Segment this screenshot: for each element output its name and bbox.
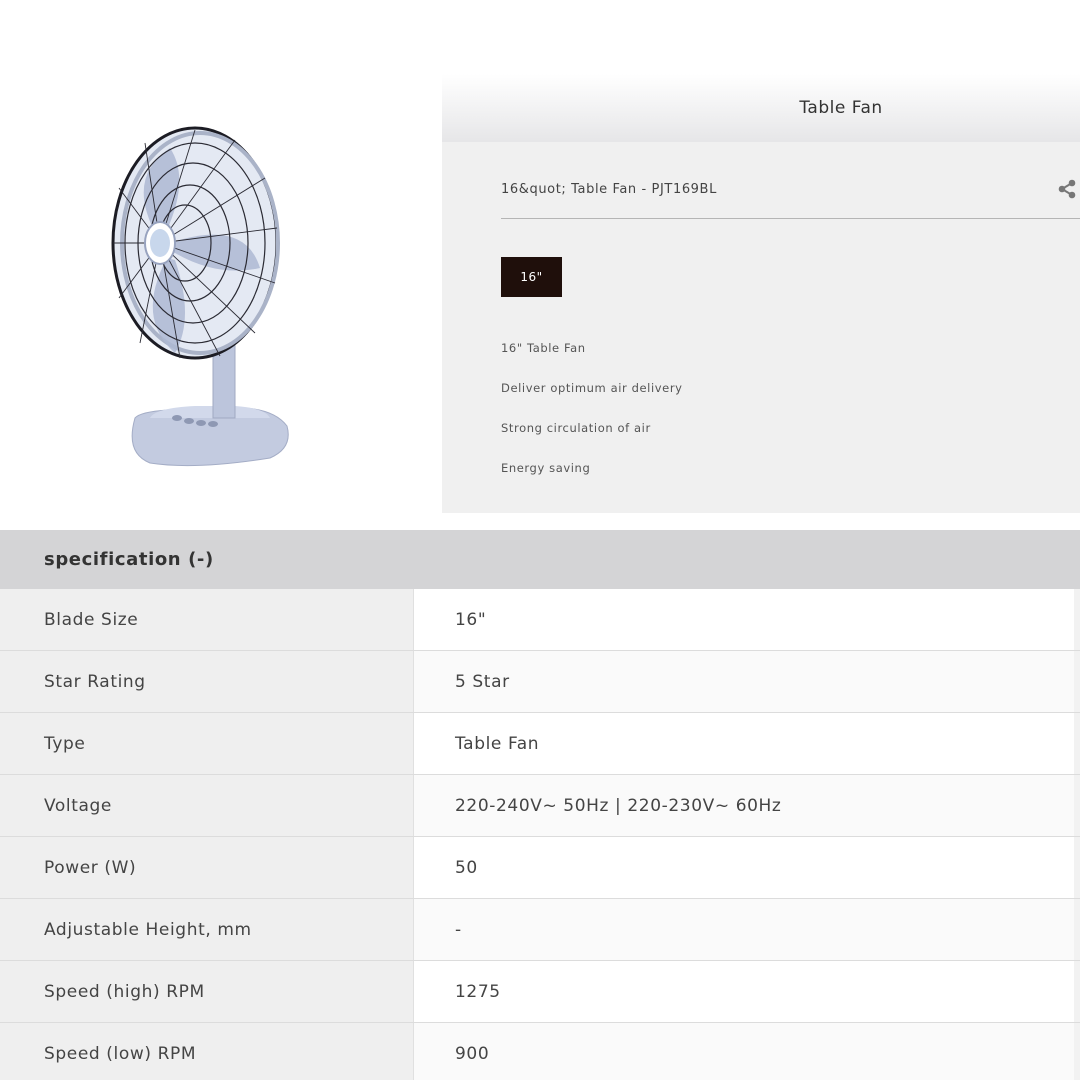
feature-item: 16" Table Fan — [501, 341, 586, 355]
spec-value: - — [414, 899, 1080, 960]
spec-row: Adjustable Height, mm - — [0, 899, 1080, 961]
spec-value: 1275 — [414, 961, 1080, 1022]
spec-row: Blade Size 16" — [0, 589, 1080, 651]
share-icon[interactable] — [1056, 178, 1078, 200]
product-page: Table Fan 16&quot; Table Fan - PJT169BL … — [0, 0, 1080, 1080]
spec-row: Speed (high) RPM 1275 — [0, 961, 1080, 1023]
spec-row: Voltage 220-240V~ 50Hz | 220-230V~ 60Hz — [0, 775, 1080, 837]
spec-row: Star Rating 5 Star — [0, 651, 1080, 713]
table-fan-icon — [111, 126, 289, 467]
spec-row: Power (W) 50 — [0, 837, 1080, 899]
product-name-row: 16&quot; Table Fan - PJT169BL — [501, 174, 1080, 219]
product-name: 16&quot; Table Fan - PJT169BL — [501, 182, 717, 197]
feature-list: 16" Table Fan Deliver optimum air delive… — [501, 339, 683, 499]
specification-toggle[interactable]: specification (-) — [0, 530, 1080, 589]
spec-value: 16" — [414, 589, 1080, 650]
spec-row: Speed (low) RPM 900 — [0, 1023, 1080, 1080]
product-image — [95, 118, 305, 478]
spec-label: Blade Size — [0, 589, 414, 650]
spec-value: Table Fan — [414, 713, 1080, 774]
spec-label: Star Rating — [0, 651, 414, 712]
spec-label: Voltage — [0, 775, 414, 836]
spec-label: Speed (high) RPM — [0, 961, 414, 1022]
specification-title: specification (-) — [44, 549, 214, 570]
specification-section: specification (-) Blade Size 16" Star Ra… — [0, 530, 1080, 1080]
spec-label: Type — [0, 713, 414, 774]
spec-value: 220-240V~ 50Hz | 220-230V~ 60Hz — [414, 775, 1080, 836]
panel-header: Table Fan — [442, 74, 1080, 142]
product-info-panel: Table Fan 16&quot; Table Fan - PJT169BL … — [442, 74, 1080, 513]
category-title: Table Fan — [799, 98, 883, 118]
spec-value: 50 — [414, 837, 1080, 898]
size-option-button[interactable]: 16" — [501, 257, 562, 297]
spec-value: 900 — [414, 1023, 1080, 1080]
spec-row: Type Table Fan — [0, 713, 1080, 775]
feature-item: Strong circulation of air — [501, 421, 651, 435]
spec-label: Speed (low) RPM — [0, 1023, 414, 1080]
spec-value: 5 Star — [414, 651, 1080, 712]
feature-item: Deliver optimum air delivery — [501, 381, 683, 395]
spec-label: Adjustable Height, mm — [0, 899, 414, 960]
spec-label: Power (W) — [0, 837, 414, 898]
feature-item: Energy saving — [501, 461, 591, 475]
